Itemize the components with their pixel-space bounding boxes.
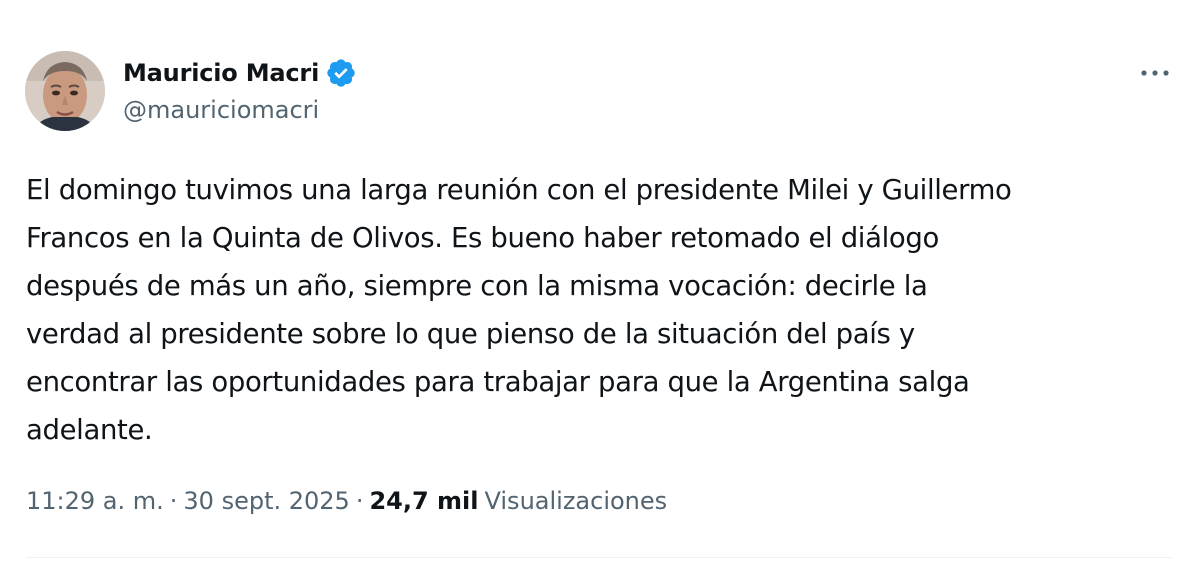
verified-badge-icon[interactable] xyxy=(325,57,357,89)
author-name-row: Mauricio Macri xyxy=(123,56,357,90)
tweet-text-line: encontrar las oportunidades para trabaja… xyxy=(26,366,970,398)
more-horizontal-icon xyxy=(1141,70,1169,76)
avatar[interactable] xyxy=(25,51,105,131)
tweet-text-line: después de más un año, siempre con la mi… xyxy=(26,270,928,302)
tweet-text: El domingo tuvimos una larga reunión con… xyxy=(26,166,1176,454)
tweet-text-line: El domingo tuvimos una larga reunión con… xyxy=(26,174,1012,206)
views-count[interactable]: 24,7 mil xyxy=(369,487,478,515)
author-handle[interactable]: @mauriciomacri xyxy=(123,96,319,124)
tweet-text-line: verdad al presidente sobre lo que pienso… xyxy=(26,318,915,350)
more-options-button[interactable] xyxy=(1135,60,1175,86)
tweet-time[interactable]: 11:29 a. m. xyxy=(26,487,164,515)
views-label[interactable]: Visualizaciones xyxy=(485,487,668,515)
tweet-text-line: adelante. xyxy=(26,414,153,446)
tweet-card: Mauricio Macri @mauriciomacri El domingo… xyxy=(0,0,1202,565)
divider xyxy=(26,557,1172,558)
author-display-name[interactable]: Mauricio Macri xyxy=(123,59,319,87)
tweet-metadata: 11:29 a. m. · 30 sept. 2025 · 24,7 mil V… xyxy=(26,487,667,515)
tweet-text-line: Francos en la Quinta de Olivos. Es bueno… xyxy=(26,222,939,254)
tweet-date[interactable]: 30 sept. 2025 xyxy=(183,487,349,515)
separator-dot: · xyxy=(355,487,364,515)
avatar-photo xyxy=(25,51,105,131)
separator-dot: · xyxy=(169,487,178,515)
